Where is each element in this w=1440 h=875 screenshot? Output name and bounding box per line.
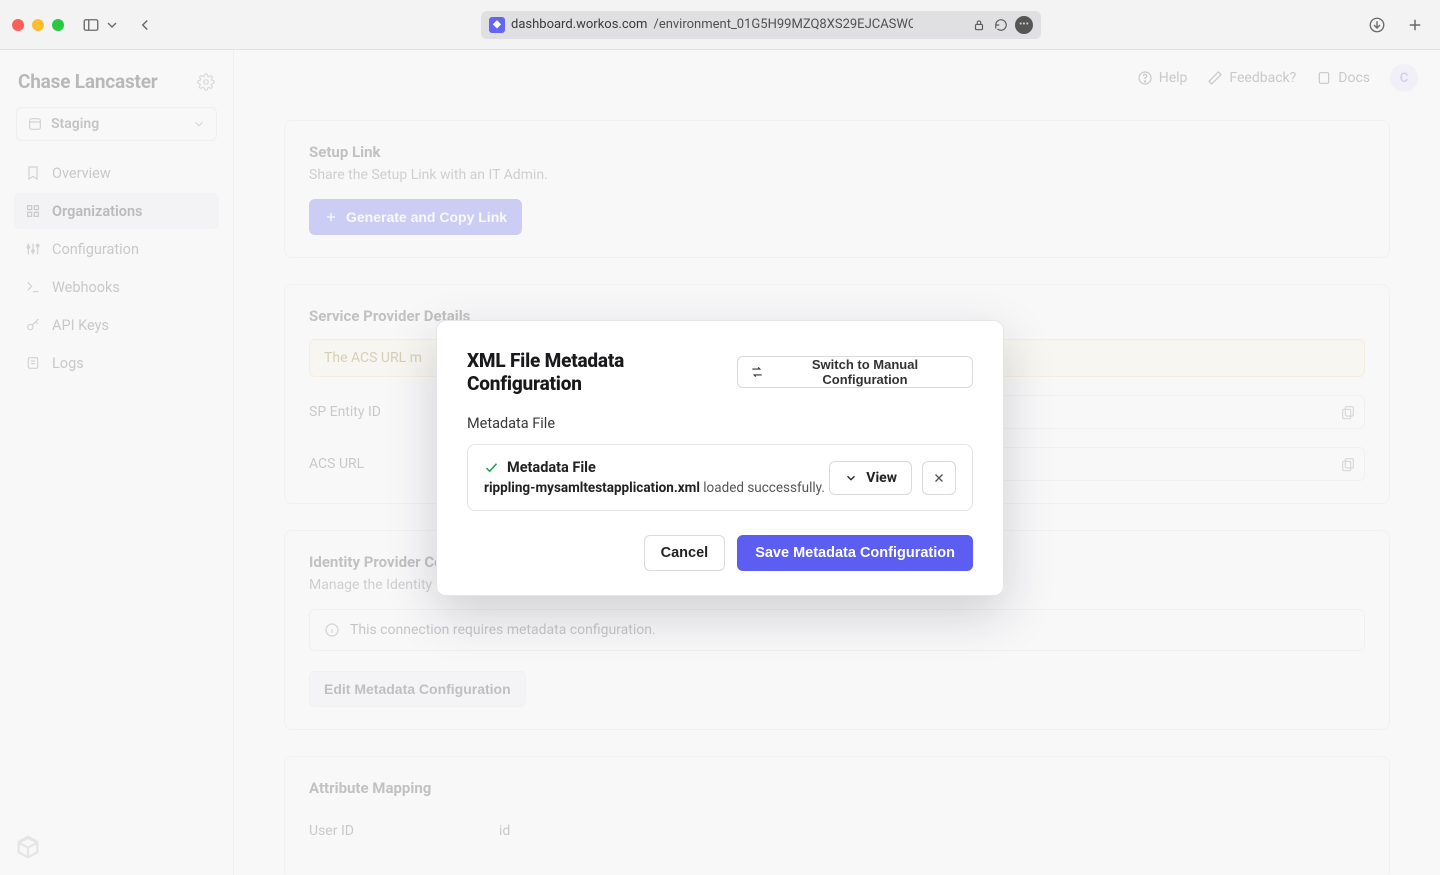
file-suffix: loaded successfully. (700, 480, 825, 496)
close-icon (932, 471, 946, 485)
modal-overlay[interactable]: XML File Metadata Configuration Switch t… (0, 50, 1440, 875)
button-label: View (866, 470, 897, 486)
site-favicon-icon: ◆ (489, 17, 505, 33)
downloads-icon[interactable] (1364, 12, 1390, 38)
cancel-button[interactable]: Cancel (644, 535, 726, 571)
uploaded-file-box: Metadata File rippling-mysamltestapplica… (467, 444, 973, 511)
check-icon (484, 460, 499, 475)
button-label: Save Metadata Configuration (755, 545, 955, 561)
chevron-down-icon[interactable] (104, 12, 120, 38)
file-status: rippling-mysamltestapplication.xml loade… (484, 480, 825, 496)
window-controls (12, 19, 64, 31)
save-button[interactable]: Save Metadata Configuration (737, 535, 973, 571)
fullscreen-window-icon[interactable] (52, 19, 64, 31)
reload-icon[interactable] (993, 17, 1009, 33)
metadata-modal: XML File Metadata Configuration Switch t… (436, 320, 1004, 596)
chevron-down-icon (844, 471, 858, 485)
close-window-icon[interactable] (12, 19, 24, 31)
new-tab-icon[interactable] (1402, 12, 1428, 38)
page-menu-icon[interactable]: ••• (1015, 16, 1033, 34)
browser-toolbar: ◆ dashboard.workos.com/environment_01G5H… (0, 0, 1440, 50)
minimize-window-icon[interactable] (32, 19, 44, 31)
file-name: rippling-mysamltestapplication.xml (484, 480, 700, 496)
app-root: Chase Lancaster Staging Overview Organiz… (0, 50, 1440, 875)
url-domain: dashboard.workos.com (511, 17, 647, 32)
button-label: Cancel (661, 545, 709, 561)
back-icon[interactable] (132, 12, 158, 38)
metadata-file-label: Metadata File (467, 415, 973, 432)
view-file-button[interactable]: View (829, 461, 912, 495)
swap-icon (750, 365, 764, 379)
url-bar[interactable]: ◆ dashboard.workos.com/environment_01G5H… (481, 11, 1041, 39)
url-path: /environment_01G5H99MZQ8XS29EJCASWQ15V6/… (653, 17, 913, 32)
file-title: Metadata File (507, 459, 596, 476)
button-label: Switch to Manual Configuration (770, 357, 960, 387)
lock-icon (971, 17, 987, 33)
switch-manual-button[interactable]: Switch to Manual Configuration (737, 356, 973, 388)
modal-title: XML File Metadata Configuration (467, 349, 737, 395)
sidebar-toggle-icon[interactable] (78, 12, 104, 38)
remove-file-button[interactable] (922, 461, 956, 495)
